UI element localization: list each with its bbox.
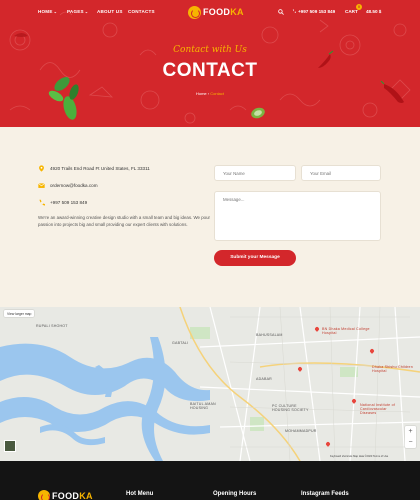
map-label: MOHAMMADPUR [285, 429, 317, 433]
breadcrumb: Home › Contact [0, 91, 420, 96]
phone-icon [39, 199, 45, 206]
nav-contacts[interactable]: CONTACTS [128, 9, 155, 14]
submit-button[interactable]: Submit your Message [214, 250, 296, 266]
logo-text-main: FOOD [52, 491, 80, 500]
logo-badge-icon [38, 490, 50, 500]
header-phone[interactable]: +997 509 153 849 [292, 9, 335, 14]
page-title: CONTACT [162, 60, 258, 81]
contact-email[interactable]: ordernow@foodka.com [38, 182, 98, 189]
footer-logo[interactable]: FOODKA [38, 490, 93, 500]
email-field[interactable] [301, 165, 381, 181]
map-pin-icon [39, 165, 44, 172]
cart-total: 48.50 $ [366, 9, 382, 14]
contact-section: 4920 Trails End Road Ft United States, F… [0, 127, 420, 307]
contact-phone[interactable]: +997 509 153 849 [38, 199, 87, 206]
site-logo[interactable]: FOODKA [188, 5, 244, 19]
zoom-in-button[interactable]: + [405, 426, 416, 437]
search-icon[interactable] [278, 9, 284, 15]
logo-text-main: FOOD [203, 7, 231, 17]
map-attribution: Keyboard shortcuts Map data ©2023 Terms … [330, 455, 389, 458]
breadcrumb-home[interactable]: Home [196, 91, 207, 96]
map-label: National Institute of Cardiovascular Dis… [360, 403, 395, 415]
cart-link[interactable]: CART [345, 9, 358, 14]
contact-address: 4920 Trails End Road Ft United States, F… [38, 165, 150, 172]
mail-icon [38, 183, 45, 188]
map-label: RUPALI SHOHOT [36, 324, 68, 328]
map-zoom-control: + − [405, 426, 416, 448]
logo-text: FOODKA [203, 7, 244, 17]
logo-text-accent: KA [230, 7, 244, 17]
cart-count-badge: 0 [356, 4, 362, 10]
about-text: We're an award-winning creative design s… [38, 215, 210, 227]
header-phone-number: +997 509 153 849 [298, 9, 336, 14]
map-label: GABTALI [172, 341, 189, 345]
chevron-down-icon: ⌄ [53, 9, 58, 14]
map-label: BN Dhaka Medical College Hospital [322, 327, 370, 335]
name-field[interactable] [214, 165, 296, 181]
map-label: BAITUL AMAN HOUSING [190, 402, 216, 410]
page-header: HOME⌄ PAGES⌄ ABOUT US CONTACTS FOODKA +9… [0, 0, 420, 127]
footer-logo-text: FOODKA [52, 491, 93, 500]
breadcrumb-current: Contact [210, 91, 225, 96]
view-larger-map-button[interactable]: View larger map [4, 310, 35, 317]
footer-heading-hot-menu: Hot Menu [126, 491, 154, 497]
footer-heading-instagram: Instagram Feeds [301, 491, 349, 497]
message-field[interactable] [214, 191, 381, 241]
contact-address-text: 4920 Trails End Road Ft United States, F… [50, 166, 150, 171]
logo-text-accent: KA [79, 491, 93, 500]
chevron-down-icon: ⌄ [84, 9, 89, 14]
map-label: PC CULTURE HOUSING SOCIETY [272, 404, 309, 412]
nav-home-label: HOME [38, 9, 53, 14]
hero-subtitle: Contact with Us [173, 45, 247, 55]
map-label: Dhaka Shishu Children Hospital [372, 365, 413, 373]
pepper-slice-icon [251, 107, 265, 119]
nav-home[interactable]: HOME⌄ [38, 9, 57, 14]
nav-about-us[interactable]: ABOUT US [97, 9, 123, 14]
zoom-out-button[interactable]: − [405, 437, 416, 448]
map-layer-toggle[interactable] [4, 440, 16, 452]
breadcrumb-separator: › [207, 91, 210, 96]
nav-pages[interactable]: PAGES⌄ [67, 9, 88, 14]
contact-phone-text: +997 509 153 849 [50, 200, 88, 205]
footer-heading-opening-hours: Opening Hours [213, 491, 257, 497]
main-nav: HOME⌄ PAGES⌄ ABOUT US CONTACTS FOODKA +9… [0, 0, 420, 24]
map-label: ADABAR [256, 377, 272, 381]
nav-pages-label: PAGES [67, 9, 84, 14]
location-map[interactable]: View larger map RUPALI SHOHOT GABTALI BA… [0, 307, 420, 461]
phone-icon [292, 9, 296, 13]
map-label: BAHUSSALAM [256, 333, 283, 337]
logo-badge-icon [188, 5, 201, 19]
contact-email-text: ordernow@foodka.com [50, 183, 98, 188]
